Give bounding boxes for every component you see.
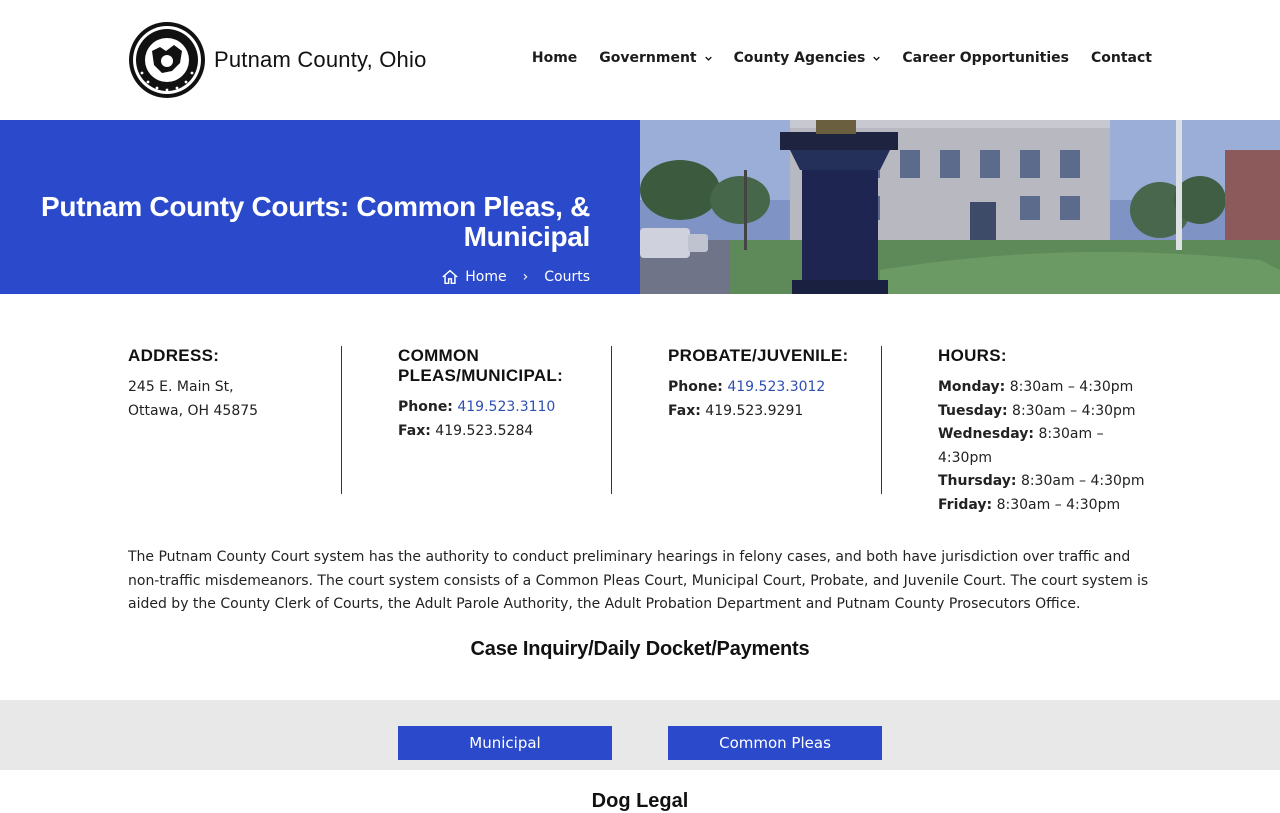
hours-column: HOURS: Monday: 8:30am – 4:30pm Tuesday: … <box>938 346 1152 513</box>
nav-government-label: Government <box>599 50 697 66</box>
hours-row: Friday: 8:30am – 4:30pm <box>938 494 1152 518</box>
common-pleas-heading: COMMON PLEAS/MUNICIPAL: <box>398 346 564 385</box>
nav-contact-label: Contact <box>1091 50 1152 66</box>
probate-phone-link[interactable]: 419.523.3012 <box>727 379 825 395</box>
hours-row: Tuesday: 8:30am – 4:30pm <box>938 400 1152 424</box>
main-nav: Home Government County Agencies Career O… <box>510 50 1152 66</box>
day-label: Friday: <box>938 496 993 513</box>
breadcrumb-home[interactable]: Home <box>465 269 506 285</box>
next-section-heading: Dog Legal <box>591 790 689 812</box>
hours-heading: HOURS: <box>938 346 1007 365</box>
address-line1[interactable]: 245 E. Main St, <box>128 376 328 400</box>
common-pleas-column: COMMON PLEAS/MUNICIPAL: Phone: 419.523.3… <box>398 346 608 494</box>
page-title: Putnam County Courts: Common Pleas, & Mu… <box>41 191 590 252</box>
hero-banner: Putnam County Courts: Common Pleas, & Mu… <box>0 120 1280 294</box>
breadcrumb-separator: › <box>522 269 529 285</box>
day-hours: 8:30am – 4:30pm <box>996 496 1121 513</box>
phone-label: Phone: <box>398 399 453 415</box>
hours-row: Monday: 8:30am – 4:30pm <box>938 376 1152 400</box>
nav-home-label: Home <box>531 50 578 66</box>
day-hours: 8:30am – 4:30pm <box>1009 379 1134 395</box>
municipal-button[interactable]: Municipal <box>398 726 612 760</box>
nav-contact[interactable]: Contact <box>1091 50 1152 66</box>
common-pleas-fax: 419.523.5284 <box>435 422 534 439</box>
site-title[interactable]: Putnam County, Ohio <box>214 47 427 73</box>
chevron-down-icon <box>873 56 881 61</box>
address-column: ADDRESS: 245 E. Main St, Ottawa, OH 4587… <box>128 346 328 494</box>
common-pleas-button[interactable]: Common Pleas <box>668 726 882 760</box>
nav-county-agencies-label: County Agencies <box>733 50 866 66</box>
address-line2[interactable]: Ottawa, OH 45875 <box>128 400 328 424</box>
nav-home[interactable]: Home <box>532 50 577 66</box>
fax-label: Fax: <box>398 422 431 439</box>
day-label: Thursday: <box>938 473 1017 489</box>
fax-label: Fax: <box>668 402 701 419</box>
hours-row: Wednesday: 8:30am – 4:30pm <box>938 423 1152 470</box>
day-label: Monday: <box>938 379 1006 395</box>
nav-government[interactable]: Government <box>599 50 712 66</box>
court-description: The Putnam County Court system has the a… <box>128 549 1149 613</box>
hours-row: Thursday: 8:30am – 4:30pm <box>938 470 1152 494</box>
nav-career-label: Career Opportunities <box>902 50 1069 66</box>
probate-fax: 419.523.9291 <box>705 402 804 419</box>
county-seal-logo[interactable] <box>128 21 206 99</box>
common-pleas-phone-link[interactable]: 419.523.3110 <box>457 399 555 415</box>
phone-label: Phone: <box>668 379 723 395</box>
breadcrumb-current: Courts <box>544 269 590 285</box>
day-hours: 8:30am – 4:30pm <box>1012 402 1136 419</box>
case-inquiry-heading: Case Inquiry/Daily Docket/Payments <box>470 638 810 660</box>
breadcrumb: Home › Courts <box>441 268 590 286</box>
courthouse-photo <box>640 120 1280 294</box>
site-header: Putnam County, Ohio Home Government Coun… <box>0 0 1280 120</box>
column-divider <box>881 346 882 494</box>
day-hours: 8:30am – 4:30pm <box>1020 473 1145 489</box>
address-heading: ADDRESS: <box>128 346 220 365</box>
column-divider <box>611 346 612 494</box>
column-divider <box>341 346 342 494</box>
nav-county-agencies[interactable]: County Agencies <box>734 50 881 66</box>
contact-info: ADDRESS: 245 E. Main St, Ottawa, OH 4587… <box>128 346 1152 513</box>
day-label: Tuesday: <box>938 402 1008 419</box>
probate-column: PROBATE/JUVENILE: Phone: 419.523.3012 Fa… <box>668 346 878 494</box>
nav-career-opportunities[interactable]: Career Opportunities <box>902 50 1069 66</box>
probate-heading: PROBATE/JUVENILE: <box>668 346 849 365</box>
chevron-down-icon <box>704 56 712 61</box>
case-inquiry-band: Municipal Common Pleas <box>0 700 1280 770</box>
day-label: Wednesday: <box>938 426 1035 442</box>
hero-title-panel: Putnam County Courts: Common Pleas, & Mu… <box>0 120 640 294</box>
home-icon[interactable] <box>441 268 459 286</box>
